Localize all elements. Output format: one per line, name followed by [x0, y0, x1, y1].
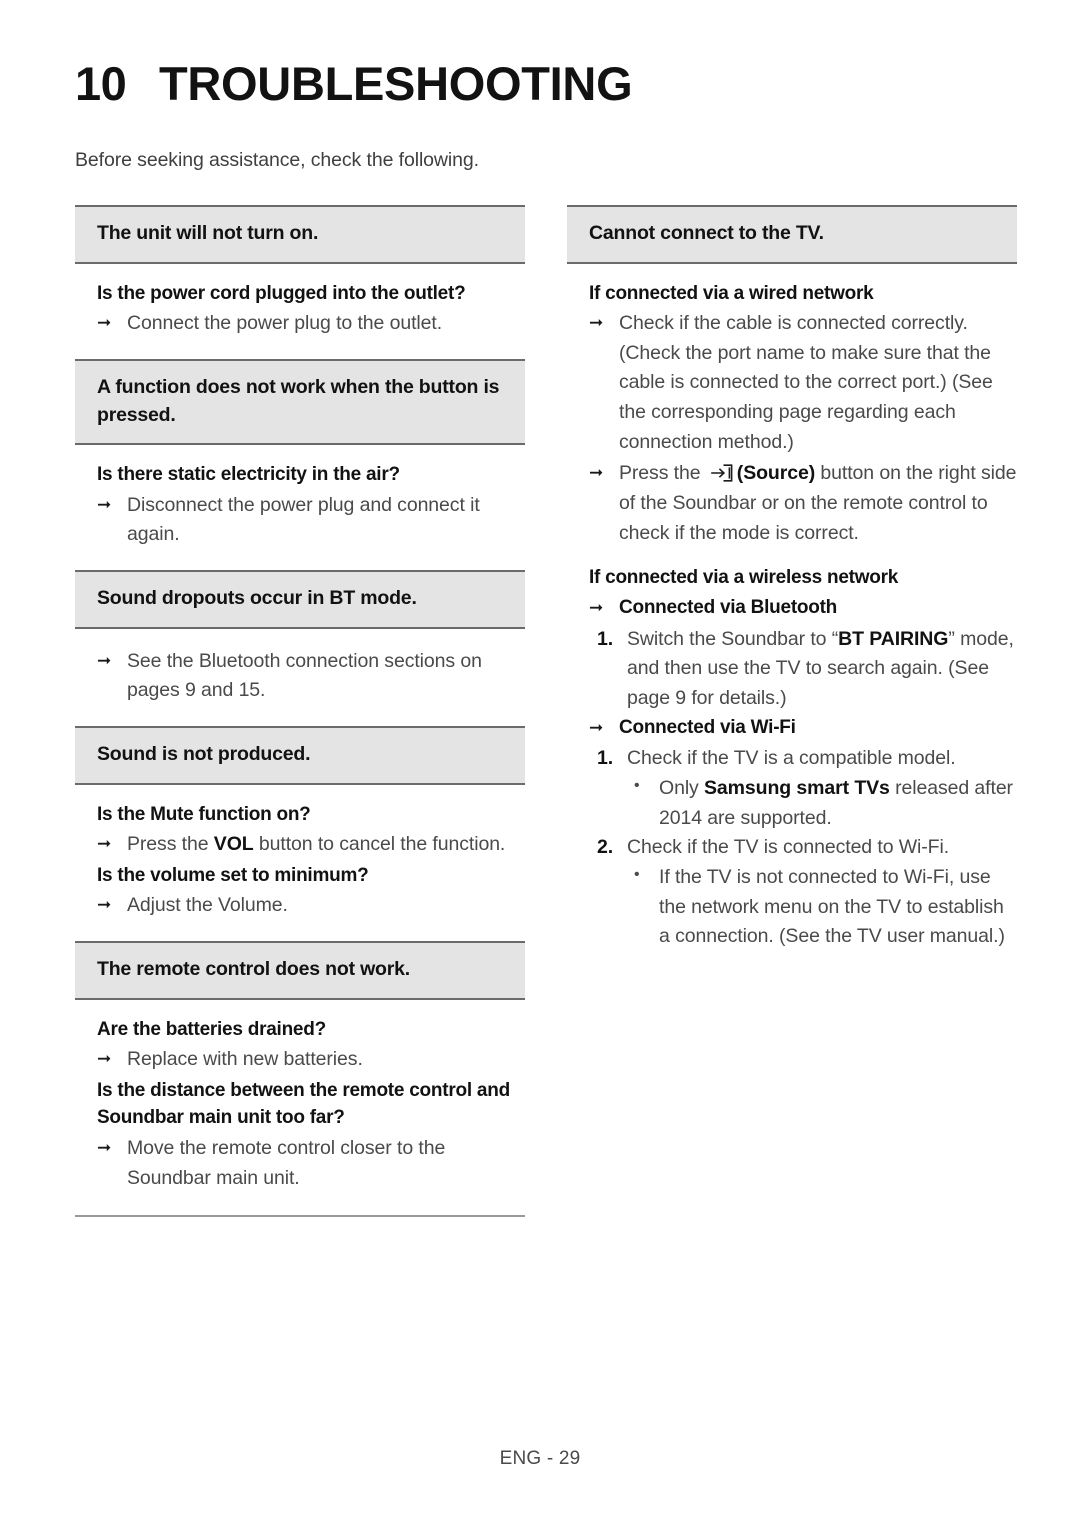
answer-item-2: ➞ Move the remote control closer to the …	[97, 1134, 525, 1193]
manual-page: 10 TROUBLESHOOTING Before seeking assist…	[0, 0, 1080, 1532]
section-body: Is there static electricity in the air? …	[75, 445, 525, 570]
list-number: 2.	[597, 836, 614, 859]
connected-via-wifi-item: ➞ Connected via Wi-Fi	[589, 714, 1017, 743]
section-remote-control-not-work: The remote control does not work. Are th…	[75, 941, 525, 1218]
section-body: Are the batteries drained? ➞ Replace wit…	[75, 1000, 525, 1214]
section-body: If connected via a wired network ➞ Check…	[567, 264, 1017, 970]
answer-item: ➞ See the Bluetooth connection sections …	[97, 647, 525, 706]
wifi-step-1: 1. Check if the TV is a compatible model…	[597, 744, 1017, 774]
wifi-sub-pre: Only	[659, 777, 705, 800]
connected-via-bluetooth-label: Connected via Bluetooth	[619, 596, 838, 618]
wired-item-2: ➞ Press the (Source) button on the right…	[589, 459, 1017, 548]
answer-item: ➞ Press the VOL button to cancel the fun…	[97, 830, 525, 860]
section-heading: The unit will not turn on.	[75, 205, 525, 264]
answer-text: Disconnect the power plug and connect it…	[127, 493, 480, 546]
section-heading: A function does not work when the button…	[75, 358, 525, 446]
chapter-title: TROUBLESHOOTING	[159, 57, 633, 110]
wired-item-2-text: Press the (Source) button on the right s…	[619, 459, 1017, 548]
bullet-icon: •	[634, 865, 640, 883]
source-label: (Source)	[736, 462, 816, 485]
arrow-icon: ➞	[589, 717, 604, 737]
wifi-step-1-text: Check if the TV is a compatible model.	[627, 747, 956, 770]
page-footer: ENG - 29	[499, 1448, 581, 1469]
question: Is the Mute function on?	[97, 803, 311, 825]
question: Are the batteries drained?	[97, 1018, 326, 1040]
vol-label: VOL	[213, 833, 254, 856]
wifi-step-2-subitem-text: If the TV is not connected to Wi-Fi, use…	[659, 865, 1005, 948]
wifi-step-1-subitem-text: Only Samsung smart TVs released after 20…	[659, 774, 1017, 833]
answer-text: Adjust the Volume.	[127, 894, 288, 917]
page-title: 10 TROUBLESHOOTING	[75, 0, 1005, 111]
chapter-number: 10	[75, 57, 127, 110]
right-column: Cannot connect to the TV. If connected v…	[567, 205, 1017, 970]
samsung-smart-tvs-label: Samsung smart TVs	[704, 777, 890, 800]
wired-item-2-pre: Press the	[619, 462, 706, 485]
question-2: Is the distance between the remote contr…	[97, 1079, 510, 1129]
left-column: The unit will not turn on. Is the power …	[75, 205, 525, 1218]
wifi-step-1-subitem: • Only Samsung smart TVs released after …	[634, 774, 1017, 833]
answer-text: Connect the power plug to the outlet.	[127, 312, 443, 335]
arrow-icon: ➞	[97, 895, 112, 915]
connected-via-wifi-label: Connected via Wi-Fi	[619, 716, 796, 738]
content-columns: The unit will not turn on. Is the power …	[75, 205, 1017, 1218]
connected-via-bluetooth-item: ➞ Connected via Bluetooth	[589, 594, 1017, 623]
section-unit-will-not-turn-on: The unit will not turn on. Is the power …	[75, 205, 525, 359]
answer-text: Move the remote control closer to the So…	[127, 1136, 446, 1189]
answer-text-pre: Press the	[127, 833, 214, 856]
bluetooth-step-1-text: Switch the Soundbar to “BT PAIRING” mode…	[627, 625, 1017, 714]
question-2: Is the volume set to minimum?	[97, 864, 369, 886]
section-sound-not-produced: Sound is not produced. Is the Mute funct…	[75, 725, 525, 941]
arrow-icon: ➞	[97, 1137, 112, 1157]
answer-item-2: ➞ Adjust the Volume.	[97, 891, 525, 921]
wifi-step-2-subitem: • If the TV is not connected to Wi-Fi, u…	[634, 863, 1017, 952]
answer-item: ➞ Replace with new batteries.	[97, 1045, 525, 1075]
intro-text: Before seeking assistance, check the fol…	[75, 149, 479, 171]
bt-step-pre: Switch the Soundbar to “	[627, 627, 839, 650]
wired-item-1-text: Check if the cable is connected correctl…	[619, 312, 993, 453]
bluetooth-step-1: 1. Switch the Soundbar to “BT PAIRING” m…	[597, 625, 1017, 714]
section-divider	[75, 1215, 525, 1218]
section-cannot-connect-to-tv: Cannot connect to the TV. If connected v…	[567, 205, 1017, 970]
answer-text-post: button to cancel the function.	[253, 833, 506, 856]
arrow-icon: ➞	[589, 313, 604, 333]
list-number: 1.	[597, 747, 614, 770]
source-icon	[709, 463, 735, 483]
section-heading: Cannot connect to the TV.	[567, 205, 1017, 264]
list-number: 1.	[597, 627, 614, 650]
answer-text: Press the VOL button to cancel the funct…	[127, 830, 525, 860]
answer-item: ➞ Connect the power plug to the outlet.	[97, 309, 525, 339]
answer-text: Replace with new batteries.	[127, 1048, 363, 1071]
answer-item: ➞ Disconnect the power plug and connect …	[97, 491, 525, 550]
section-body: ➞ See the Bluetooth connection sections …	[75, 629, 525, 726]
arrow-icon: ➞	[97, 1049, 112, 1069]
bt-pairing-label: BT PAIRING	[838, 627, 949, 650]
question: Is the power cord plugged into the outle…	[97, 282, 466, 304]
arrow-icon: ➞	[97, 313, 112, 333]
arrow-icon: ➞	[589, 597, 604, 617]
arrow-icon: ➞	[97, 834, 112, 854]
section-sound-dropouts-bt: Sound dropouts occur in BT mode. ➞ See t…	[75, 570, 525, 726]
arrow-icon: ➞	[97, 494, 112, 514]
section-body: Is the power cord plugged into the outle…	[75, 264, 525, 359]
bullet-icon: •	[634, 777, 640, 795]
section-heading: Sound dropouts occur in BT mode.	[75, 570, 525, 629]
wired-item-1: ➞ Check if the cable is connected correc…	[589, 309, 1017, 457]
section-function-does-not-work: A function does not work when the button…	[75, 358, 525, 570]
arrow-icon: ➞	[589, 463, 604, 483]
question: Is there static electricity in the air?	[97, 464, 400, 486]
arrow-icon: ➞	[97, 650, 112, 670]
section-heading: Sound is not produced.	[75, 725, 525, 785]
section-body: Is the Mute function on? ➞ Press the VOL…	[75, 785, 525, 941]
answer-text: See the Bluetooth connection sections on…	[127, 649, 482, 702]
wifi-step-2-text: Check if the TV is connected to Wi-Fi.	[627, 836, 950, 859]
wireless-network-subheading: If connected via a wireless network	[589, 567, 899, 589]
section-heading: The remote control does not work.	[75, 941, 525, 1000]
wifi-step-2: 2. Check if the TV is connected to Wi-Fi…	[597, 833, 1017, 863]
wired-network-subheading: If connected via a wired network	[589, 282, 874, 304]
